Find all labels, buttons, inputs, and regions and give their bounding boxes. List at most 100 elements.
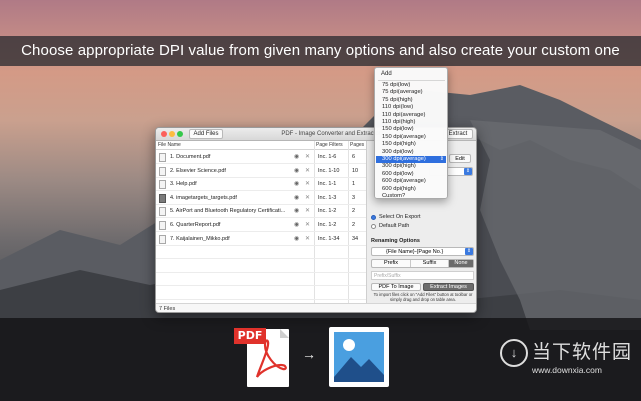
default-path-radio[interactable] bbox=[371, 224, 376, 229]
image-document-icon bbox=[159, 193, 166, 203]
dpi-option-label: 75 dpi(average) bbox=[382, 89, 423, 96]
table-row[interactable]: 3. Help.pdf ◉ ✕ Inc. 1-1 1 bbox=[156, 178, 366, 192]
dpi-option-label: 150 dpi(high) bbox=[382, 141, 416, 148]
minimize-window-button[interactable] bbox=[169, 131, 175, 137]
prefix-suffix-input[interactable]: Prefix/Suffix bbox=[371, 271, 474, 280]
tab-prefix[interactable]: Prefix bbox=[372, 260, 410, 267]
dpi-option-label: 75 dpi(low) bbox=[382, 82, 411, 88]
page-filter-cell[interactable]: Inc. 1-1 bbox=[318, 178, 336, 191]
eye-icon[interactable]: ◉ bbox=[294, 165, 299, 178]
eye-icon[interactable]: ◉ bbox=[294, 192, 299, 205]
dpi-option[interactable]: 150 dpi(low) bbox=[376, 126, 446, 133]
header-page-filters[interactable]: Page Filters bbox=[316, 141, 343, 150]
file-table[interactable]: File Name Page Filters Pages 1. Document… bbox=[156, 141, 366, 303]
eye-icon[interactable]: ◉ bbox=[294, 178, 299, 191]
tab-suffix[interactable]: Suffix bbox=[410, 260, 448, 267]
dpi-option[interactable]: 110 dpi(high) bbox=[376, 119, 446, 126]
pages-cell: 10 bbox=[352, 167, 359, 174]
table-row[interactable]: 5. AirPort and Bluetooth Regulatory Cert… bbox=[156, 205, 366, 219]
dpi-option-label: 300 dpi(high) bbox=[382, 163, 416, 170]
tab-none[interactable]: None bbox=[448, 260, 473, 267]
dpi-option[interactable]: 75 dpi(high) bbox=[376, 97, 446, 104]
picture-icon bbox=[334, 332, 384, 382]
pdf-label: PDF bbox=[234, 328, 266, 344]
dpi-option-label: 150 dpi(low) bbox=[382, 126, 414, 133]
document-icon bbox=[159, 207, 166, 217]
document-icon bbox=[159, 234, 166, 244]
dpi-option[interactable]: 600 dpi(average) bbox=[376, 178, 446, 185]
menu-separator bbox=[378, 80, 445, 81]
file-name-cell: 1. Document.pdf bbox=[170, 154, 211, 160]
table-row[interactable]: 7. Kaijalainen_Mikko.pdf ◉ ✕ Inc. 1-34 34 bbox=[156, 233, 366, 246]
watermark: ↓ 当下软件园 www.downxia.com bbox=[498, 335, 638, 385]
close-icon[interactable]: ✕ bbox=[305, 205, 310, 218]
close-icon[interactable]: ✕ bbox=[305, 151, 310, 164]
default-path-label: Default Path bbox=[379, 223, 410, 229]
zoom-window-button[interactable] bbox=[177, 131, 183, 137]
banner-text: Choose appropriate DPI value from given … bbox=[21, 42, 620, 59]
header-pages[interactable]: Pages bbox=[350, 141, 364, 150]
chevron-updown-icon: ⇕ bbox=[439, 156, 444, 162]
eye-icon[interactable]: ◉ bbox=[294, 233, 299, 246]
close-icon[interactable]: ✕ bbox=[305, 192, 310, 205]
page-filter-cell[interactable]: Inc. 1-3 bbox=[318, 192, 336, 205]
table-row[interactable]: 1. Document.pdf ◉ ✕ Inc. 1-6 6 bbox=[156, 151, 366, 164]
table-row[interactable]: 2. Elsevier Science.pdf ◉ ✕ Inc. 1-10 10 bbox=[156, 165, 366, 178]
dpi-option[interactable]: 75 dpi(low) bbox=[376, 82, 446, 89]
page-filter-cell[interactable]: Inc. 1-2 bbox=[318, 205, 336, 218]
eye-icon[interactable]: ◉ bbox=[294, 205, 299, 218]
header-file-name[interactable]: File Name bbox=[158, 141, 181, 150]
close-icon[interactable]: ✕ bbox=[305, 165, 310, 178]
file-name-cell: 4. imagetargets_targets.pdf bbox=[170, 194, 237, 201]
pdf-to-image-button[interactable]: PDF To Image bbox=[371, 283, 421, 291]
table-row[interactable]: 4. imagetargets_targets.pdf ◉ ✕ Inc. 1-3 3 bbox=[156, 192, 366, 205]
dpi-option[interactable]: 75 dpi(average) bbox=[376, 89, 446, 96]
dpi-option-label: 600 dpi(high) bbox=[382, 185, 416, 192]
table-row[interactable]: 6. QuarterReport.pdf ◉ ✕ Inc. 1-2 2 bbox=[156, 219, 366, 232]
import-hint: To import files click on "Add Files" but… bbox=[373, 292, 473, 302]
eye-icon[interactable]: ◉ bbox=[294, 219, 299, 232]
edit-button[interactable]: Edit bbox=[449, 154, 471, 163]
dpi-option[interactable]: 300 dpi(average) ⇕ bbox=[376, 156, 446, 164]
dpi-option[interactable]: Custom? bbox=[376, 193, 446, 200]
file-count: 7 Files bbox=[159, 306, 176, 312]
file-name-cell: 5. AirPort and Bluetooth Regulatory Cert… bbox=[170, 208, 286, 215]
dpi-option-label: 600 dpi(average) bbox=[382, 178, 426, 185]
document-icon bbox=[159, 166, 166, 176]
close-window-button[interactable] bbox=[161, 131, 167, 137]
close-icon[interactable]: ✕ bbox=[305, 178, 310, 191]
empty-row bbox=[156, 273, 366, 287]
dpi-option[interactable]: 300 dpi(high) bbox=[376, 163, 446, 170]
pages-cell: 2 bbox=[352, 222, 356, 228]
dpi-option[interactable]: 600 dpi(high) bbox=[376, 186, 446, 193]
watermark-logo-icon: ↓ bbox=[500, 339, 528, 367]
file-name-cell: 6. QuarterReport.pdf bbox=[170, 222, 221, 228]
document-icon bbox=[159, 153, 166, 162]
dpi-option-label: 110 dpi(average) bbox=[382, 111, 426, 118]
dpi-option[interactable]: 600 dpi(low) bbox=[376, 171, 446, 178]
chevron-updown-icon: ⇕ bbox=[464, 168, 472, 175]
page-filter-cell[interactable]: Inc. 1-10 bbox=[318, 165, 339, 178]
page-filter-cell[interactable]: Inc. 1-6 bbox=[318, 151, 336, 164]
rename-pattern-select[interactable]: {File Name}-{Page No.} ⇕ bbox=[371, 247, 474, 256]
dpi-option[interactable]: 110 dpi(low) bbox=[376, 104, 446, 111]
dpi-option[interactable]: 150 dpi(high) bbox=[376, 141, 446, 148]
extract-images-button[interactable]: Extract Images bbox=[423, 283, 474, 291]
dpi-option[interactable]: 150 dpi(average) bbox=[376, 134, 446, 141]
dpi-option[interactable]: 300 dpi(low) bbox=[376, 149, 446, 156]
add-files-button[interactable]: Add Files bbox=[189, 129, 223, 139]
page-filter-cell[interactable]: Inc. 1-34 bbox=[318, 233, 339, 246]
empty-row bbox=[156, 246, 366, 260]
close-icon[interactable]: ✕ bbox=[305, 219, 310, 232]
file-name-cell: 2. Elsevier Science.pdf bbox=[170, 167, 226, 174]
dpi-option-label: 150 dpi(average) bbox=[382, 133, 426, 140]
page-filter-cell[interactable]: Inc. 1-2 bbox=[318, 219, 336, 232]
select-on-export-radio[interactable] bbox=[371, 215, 376, 220]
close-icon[interactable]: ✕ bbox=[305, 233, 310, 246]
eye-icon[interactable]: ◉ bbox=[294, 151, 299, 164]
dpi-add-item[interactable]: Add bbox=[381, 70, 392, 79]
status-bar: 7 Files bbox=[156, 303, 476, 312]
document-icon bbox=[159, 221, 166, 230]
pages-cell: 34 bbox=[352, 235, 359, 242]
dpi-option[interactable]: 110 dpi(average) bbox=[376, 112, 446, 119]
